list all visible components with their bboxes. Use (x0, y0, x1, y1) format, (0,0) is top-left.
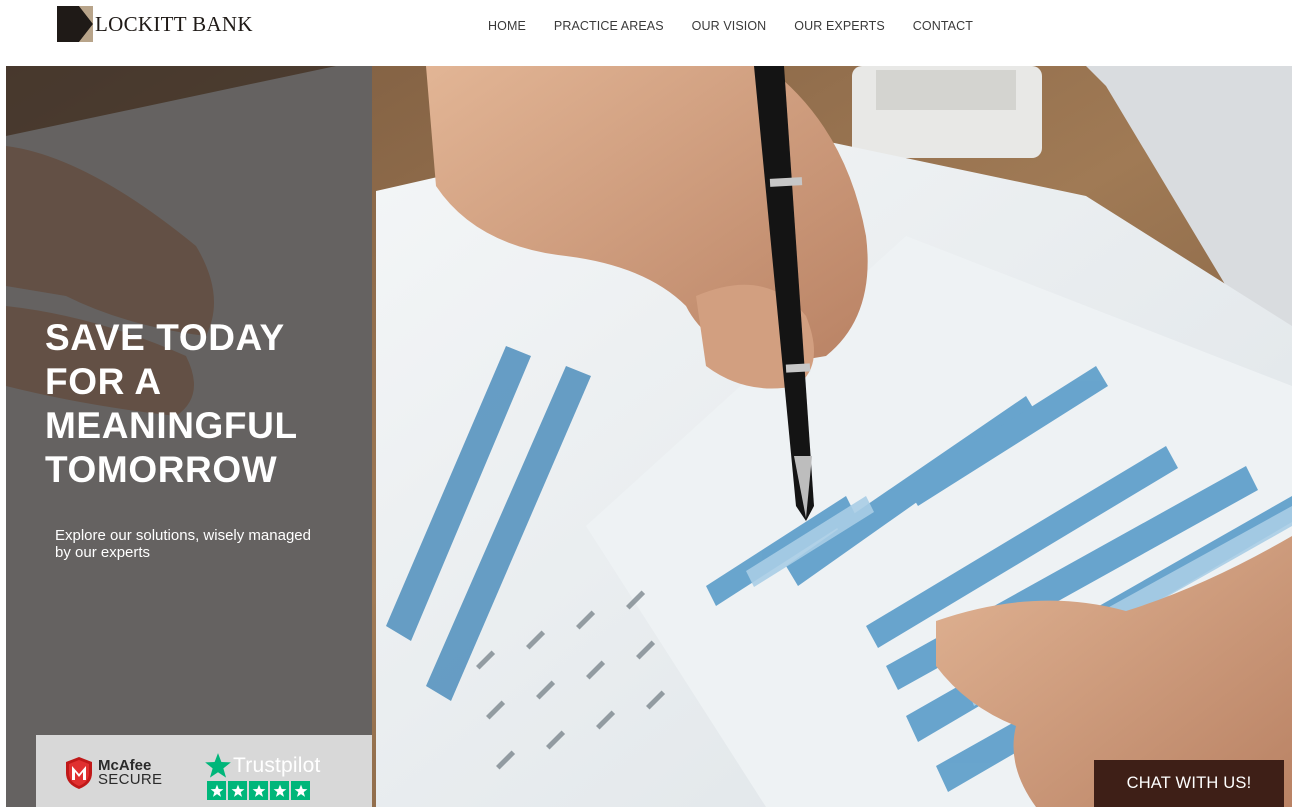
rating-star-icon (270, 781, 289, 800)
rating-star-icon (249, 781, 268, 800)
rating-star-icon (291, 781, 310, 800)
brand-name: LOCKITT BANK (95, 12, 253, 36)
headline-line-3: MEANINGFUL (45, 405, 298, 446)
main-nav: HOME PRACTICE AREAS OUR VISION OUR EXPER… (488, 19, 1001, 33)
brand-logo[interactable]: LOCKITT BANK (57, 6, 253, 42)
site-header: LOCKITT BANK HOME PRACTICE AREAS OUR VIS… (0, 0, 1298, 62)
trust-badges-panel: McAfee SECURE Trustpilot (36, 735, 372, 807)
headline-line-2: FOR A (45, 361, 162, 402)
trustpilot-badge[interactable]: Trustpilot (204, 752, 321, 800)
nav-our-vision[interactable]: OUR VISION (692, 19, 767, 33)
headline-line-1: SAVE TODAY (45, 317, 285, 358)
mcafee-secure-badge[interactable]: McAfee SECURE (64, 756, 162, 790)
headline-line-4: TOMORROW (45, 449, 278, 490)
nav-home[interactable]: HOME (488, 19, 526, 33)
rating-star-icon (228, 781, 247, 800)
nav-practice-areas[interactable]: PRACTICE AREAS (554, 19, 664, 33)
hero-section: SAVE TODAY FOR A MEANINGFUL TOMORROW Exp… (6, 66, 1292, 807)
mcafee-shield-icon (66, 757, 92, 789)
trustpilot-name: Trustpilot (233, 754, 321, 777)
hero-subtitle: Explore our solutions, wisely managed by… (55, 527, 311, 561)
nav-contact[interactable]: CONTACT (913, 19, 973, 33)
trustpilot-rating-stars (207, 781, 321, 800)
trustpilot-star-icon (205, 753, 231, 778)
rating-star-icon (207, 781, 226, 800)
nav-our-experts[interactable]: OUR EXPERTS (794, 19, 884, 33)
mcafee-sub: SECURE (98, 771, 163, 788)
chat-with-us-button[interactable]: CHAT WITH US! (1094, 760, 1284, 807)
logo-mark-icon (57, 6, 93, 42)
hero-headline: SAVE TODAY FOR A MEANINGFUL TOMORROW (45, 316, 365, 492)
